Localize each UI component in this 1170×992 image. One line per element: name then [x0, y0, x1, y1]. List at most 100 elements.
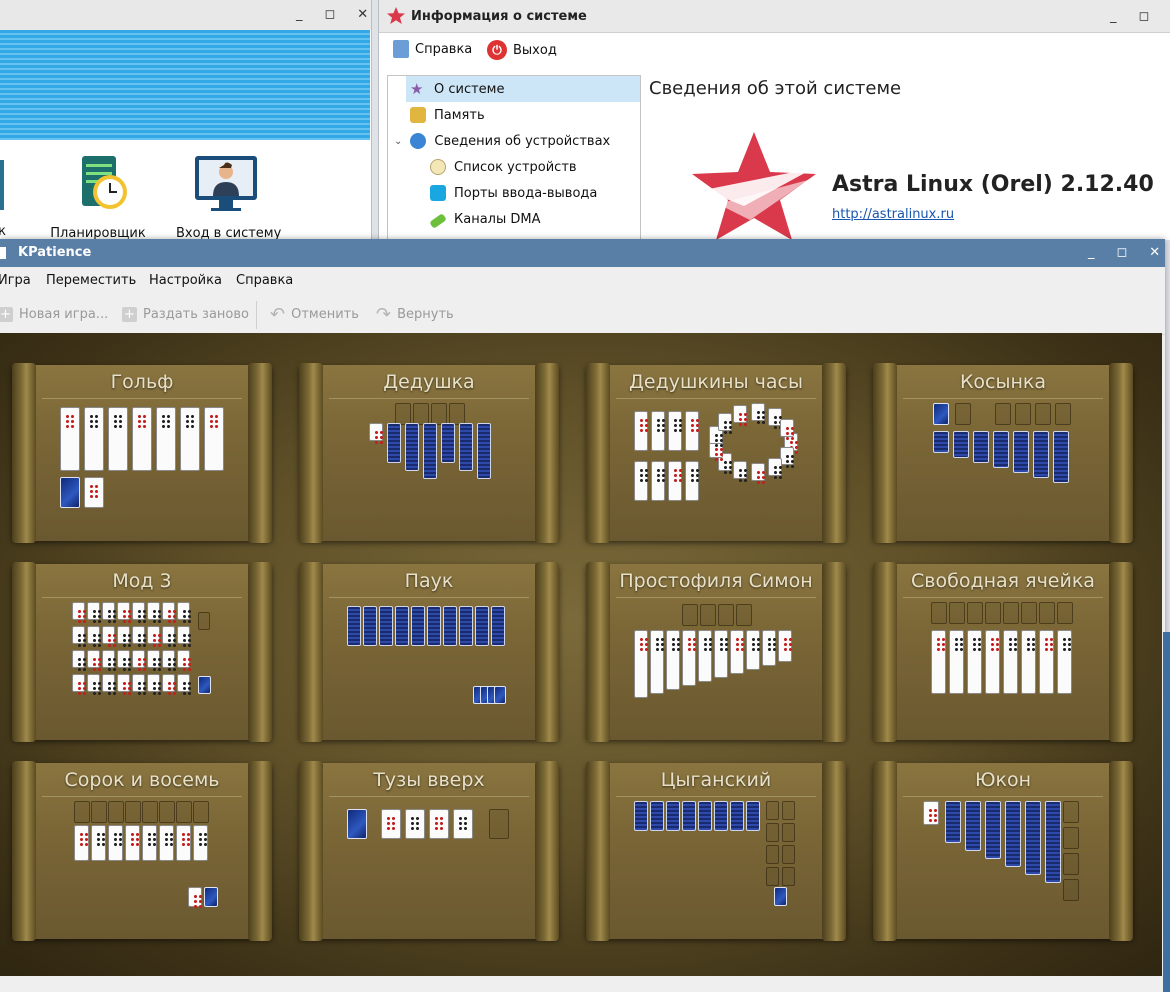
tree-item-memory[interactable]: Память	[410, 102, 485, 128]
partial-icon	[0, 160, 4, 210]
card	[953, 431, 969, 458]
menu-game[interactable]: Игра	[0, 273, 31, 288]
background-window-edge	[1163, 632, 1170, 992]
close-button[interactable]: ✕	[357, 7, 368, 22]
game-tile[interactable]: Косынка	[873, 363, 1133, 543]
foundation-slot	[431, 403, 447, 425]
card	[459, 606, 473, 646]
card	[147, 674, 162, 697]
card	[188, 887, 203, 910]
maximize-button[interactable]: ◻	[1139, 9, 1150, 24]
card	[949, 630, 964, 694]
menu-settings[interactable]: Настройка	[149, 273, 222, 288]
foundation-slot	[782, 823, 795, 842]
maximize-button[interactable]: ◻	[1117, 245, 1128, 260]
plus-icon: +	[122, 307, 137, 322]
game-preview	[873, 365, 1133, 541]
card	[87, 602, 102, 625]
game-tile[interactable]: Свободная ячейка	[873, 562, 1133, 742]
tree-item-device-list[interactable]: Список устройств	[430, 154, 577, 180]
card	[84, 477, 104, 508]
game-preview	[299, 564, 559, 740]
game-tile[interactable]: Цыганский	[586, 761, 846, 941]
window-titlebar: _ ◻ ✕	[0, 0, 371, 30]
game-tile[interactable]: Дедушкины часы	[586, 363, 846, 543]
app-launcher-partial[interactable]: к	[0, 160, 12, 239]
card	[405, 423, 419, 471]
card	[162, 602, 177, 625]
foundation-slot	[1063, 801, 1079, 823]
os-website-link[interactable]: http://astralinux.ru	[832, 207, 954, 222]
foundation-slot	[142, 801, 158, 823]
game-tile[interactable]: Сорок и восемь	[12, 761, 272, 941]
card	[427, 606, 441, 646]
card	[779, 419, 795, 443]
window-title: KPatience	[18, 245, 92, 260]
card-deck	[494, 686, 506, 704]
card	[666, 630, 681, 690]
cell-slot	[967, 602, 983, 624]
maximize-button[interactable]: ◻	[325, 7, 336, 22]
card	[132, 626, 147, 649]
menu-move[interactable]: Переместить	[46, 273, 136, 288]
help-button[interactable]: Справка	[393, 40, 472, 58]
card	[685, 461, 700, 501]
tree-item-io-ports[interactable]: Порты ввода-вывода	[430, 180, 597, 206]
card	[108, 407, 128, 471]
game-tile[interactable]: Юкон	[873, 761, 1133, 941]
game-preview	[873, 763, 1133, 939]
sysinfo-tree: ★ О системе Память ⌄ Сведения об устройс…	[387, 75, 641, 245]
chevron-down-icon[interactable]: ⌄	[394, 136, 402, 147]
waste-slot	[955, 403, 971, 425]
card	[634, 461, 649, 501]
card	[973, 431, 989, 463]
sysinfo-menubar: Справка ⏻ Выход	[379, 33, 1170, 65]
foundation-slot	[995, 403, 1011, 425]
exit-button[interactable]: ⏻ Выход	[487, 40, 557, 60]
kpatience-window: KPatience _ ◻ ✕ Игра Переместить Настрой…	[0, 239, 1165, 992]
redo-button[interactable]: ↷ Вернуть	[376, 305, 454, 323]
foundation-slot	[413, 403, 429, 425]
device-list-icon	[430, 159, 446, 175]
tree-item-about[interactable]: ★ О системе	[406, 76, 640, 102]
card	[102, 626, 117, 649]
close-button[interactable]: ✕	[1149, 245, 1160, 260]
power-icon: ⏻	[487, 40, 507, 60]
card	[177, 674, 192, 697]
tree-item-dma[interactable]: Каналы DMA	[429, 206, 541, 232]
card-deck	[774, 887, 787, 906]
game-tile[interactable]: Простофиля Симон	[586, 562, 846, 742]
slot	[198, 612, 210, 630]
card	[651, 411, 666, 451]
minimize-button[interactable]: _	[1088, 245, 1095, 260]
undo-icon: ↶	[270, 303, 286, 325]
card	[443, 606, 457, 646]
app-launcher-login[interactable]: Вход в систему	[176, 152, 281, 241]
card	[102, 674, 117, 697]
game-tile[interactable]: Тузы вверх	[299, 761, 559, 941]
app-launcher-scheduler[interactable]: Планировщик	[50, 152, 146, 241]
cell-slot	[985, 602, 1001, 624]
foundation-slot	[782, 801, 795, 820]
new-game-button[interactable]: + Новая игра...	[0, 307, 108, 322]
foundation-slot	[395, 403, 411, 425]
game-tile[interactable]: Мод 3	[12, 562, 272, 742]
game-tile[interactable]: Дедушка	[299, 363, 559, 543]
minimize-button[interactable]: _	[296, 7, 303, 22]
menu-help[interactable]: Справка	[236, 273, 293, 288]
background-window-left: _ ◻ ✕ к Планировщик Вход в систему	[0, 0, 372, 241]
redeal-button[interactable]: + Раздать заново	[122, 307, 249, 322]
tree-item-devices[interactable]: ⌄ Сведения об устройствах	[394, 128, 610, 154]
foundation-slot	[1035, 403, 1051, 425]
undo-button[interactable]: ↶ Отменить	[270, 303, 359, 325]
game-preview	[873, 564, 1133, 740]
card	[767, 457, 783, 481]
game-preview	[586, 763, 846, 939]
game-tile[interactable]: Паук	[299, 562, 559, 742]
window-title: Информация о системе	[411, 9, 587, 24]
card	[779, 446, 795, 470]
monitor-icon	[430, 185, 446, 201]
game-tile[interactable]: Гольф	[12, 363, 272, 543]
card	[162, 650, 177, 673]
minimize-button[interactable]: _	[1110, 9, 1117, 24]
